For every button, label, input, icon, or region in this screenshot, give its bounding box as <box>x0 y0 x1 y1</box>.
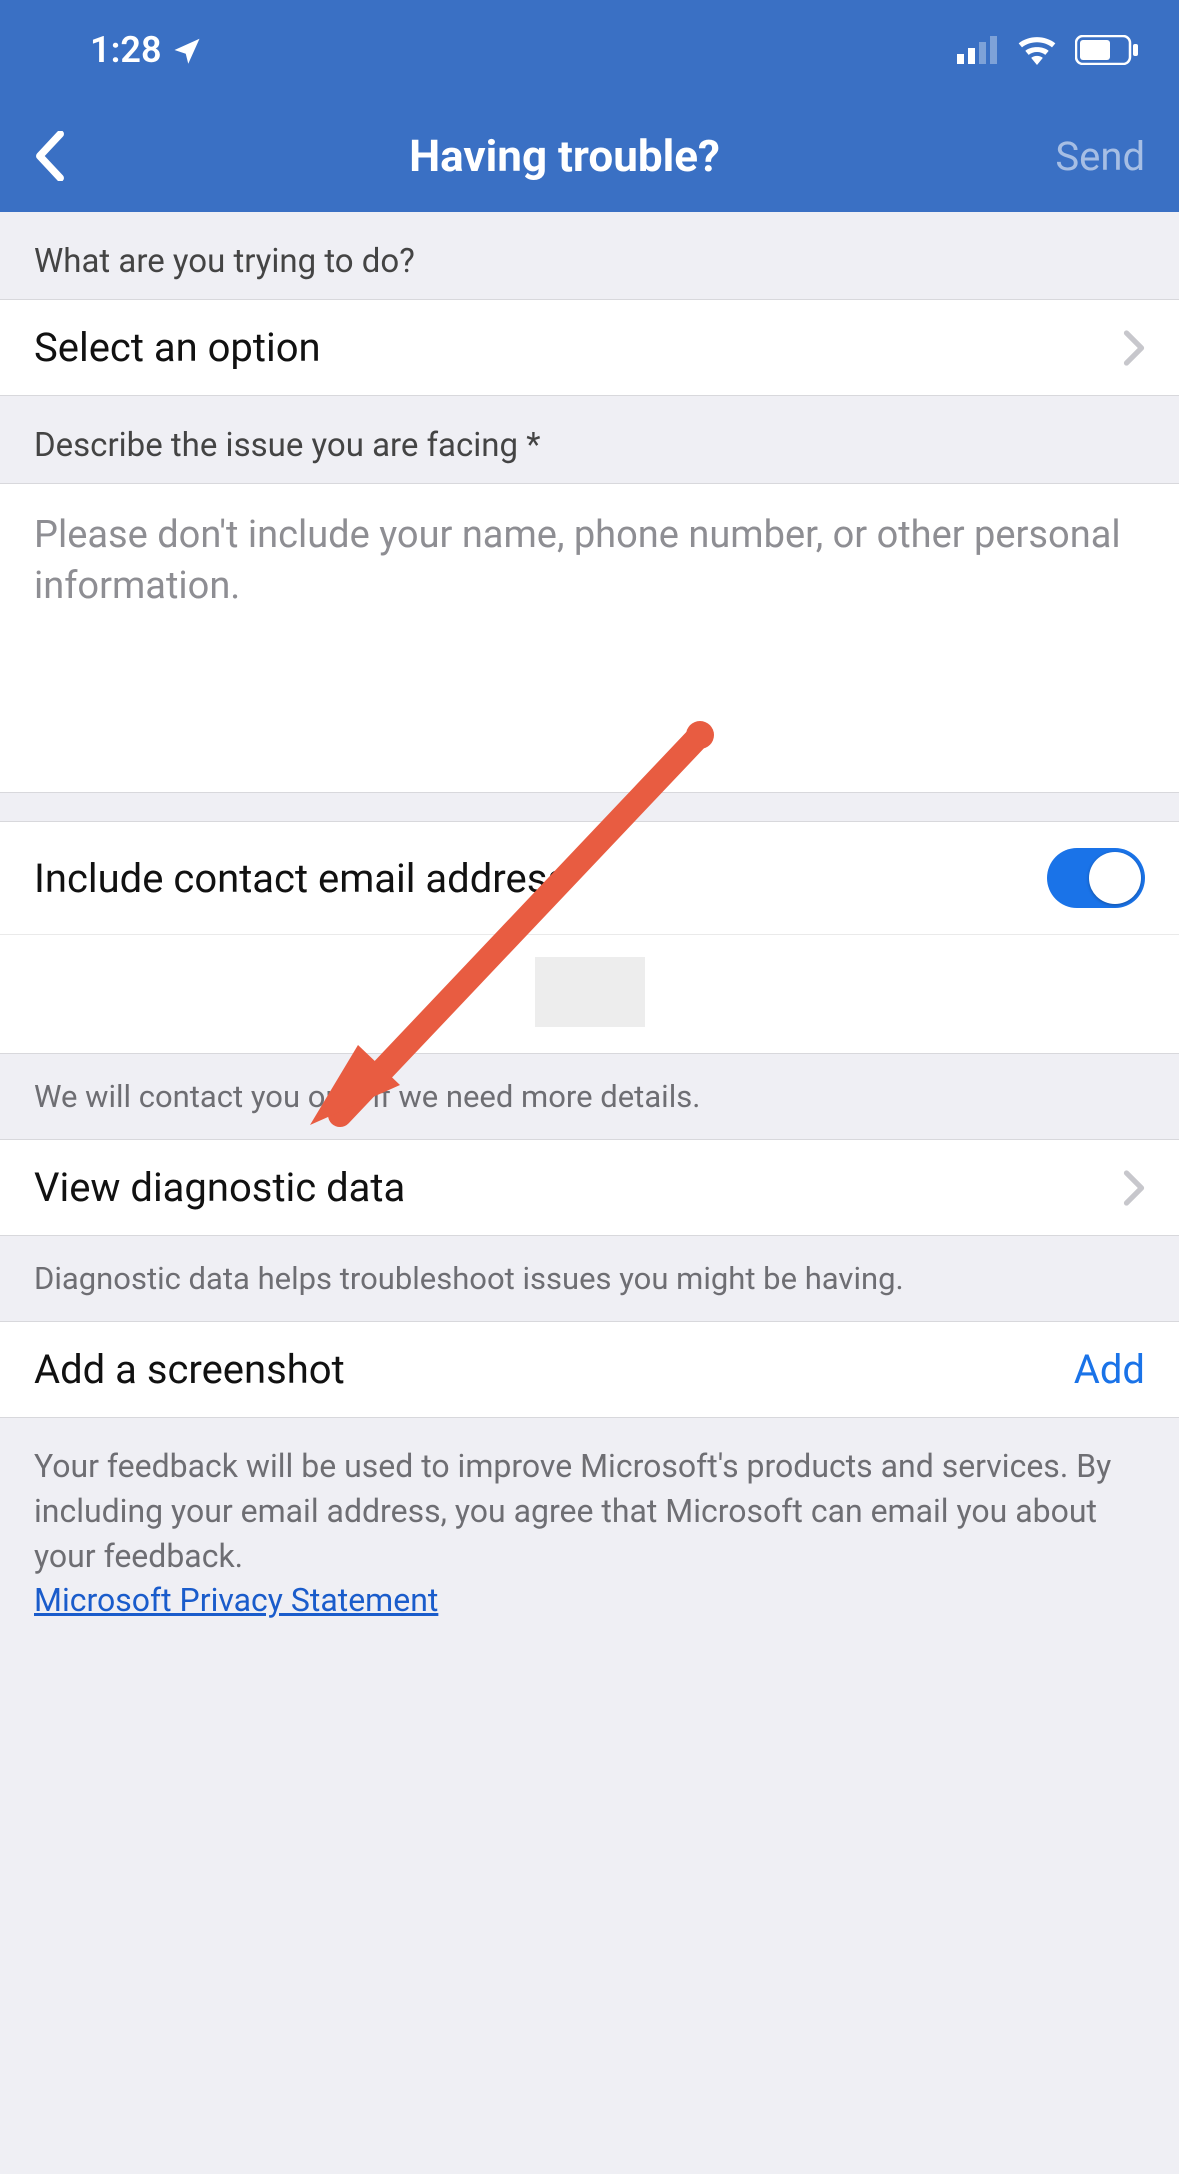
select-option-row[interactable]: Select an option <box>0 299 1179 396</box>
add-screenshot-row: Add a screenshot Add <box>0 1321 1179 1418</box>
view-diagnostic-row[interactable]: View diagnostic data <box>0 1139 1179 1236</box>
cellular-icon <box>957 36 999 64</box>
add-screenshot-label: Add a screenshot <box>34 1346 1074 1393</box>
toggle-knob <box>1089 852 1141 904</box>
chevron-right-icon <box>1123 330 1145 366</box>
send-button[interactable]: Send <box>1035 133 1145 180</box>
footer-text: Your feedback will be used to improve Mi… <box>34 1447 1111 1575</box>
chevron-right-icon <box>1123 1170 1145 1206</box>
privacy-link[interactable]: Microsoft Privacy Statement <box>34 1581 438 1619</box>
include-email-label: Include contact email address <box>34 855 1047 902</box>
page-title: Having trouble? <box>94 130 1035 182</box>
contact-note: We will contact you only if we need more… <box>0 1054 1179 1139</box>
chevron-left-icon <box>34 131 66 181</box>
issue-textarea[interactable]: Please don't include your name, phone nu… <box>0 483 1179 793</box>
email-value-row[interactable] <box>0 934 1179 1053</box>
section-label-describe: Describe the issue you are facing * <box>0 396 1179 483</box>
back-button[interactable] <box>34 131 94 181</box>
view-diagnostic-label: View diagnostic data <box>34 1164 1123 1211</box>
redacted-email <box>535 957 645 1027</box>
contact-block: Include contact email address <box>0 821 1179 1054</box>
battery-icon <box>1075 35 1139 65</box>
footer-note: Your feedback will be used to improve Mi… <box>0 1418 1179 1649</box>
include-email-row: Include contact email address <box>0 822 1179 934</box>
issue-placeholder: Please don't include your name, phone nu… <box>34 510 1145 613</box>
add-screenshot-button[interactable]: Add <box>1074 1346 1145 1393</box>
location-icon <box>172 35 202 65</box>
select-option-placeholder: Select an option <box>34 324 1123 371</box>
diagnostic-note: Diagnostic data helps troubleshoot issue… <box>0 1236 1179 1321</box>
status-bar: 1:28 <box>0 0 1179 100</box>
include-email-toggle[interactable] <box>1047 848 1145 908</box>
wifi-icon <box>1017 35 1057 65</box>
section-label-action: What are you trying to do? <box>0 212 1179 299</box>
nav-bar: Having trouble? Send <box>0 100 1179 212</box>
status-time: 1:28 <box>90 29 162 71</box>
